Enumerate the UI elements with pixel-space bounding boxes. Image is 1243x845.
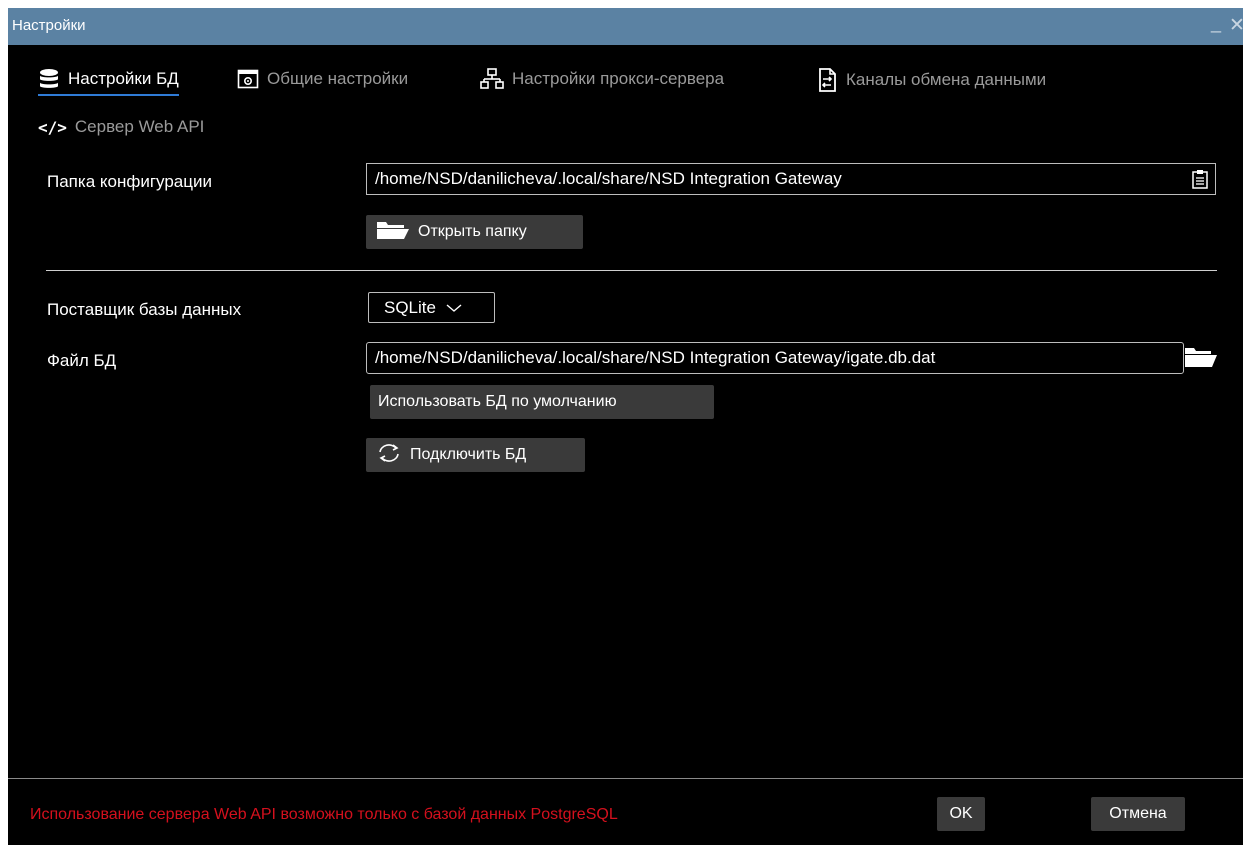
db-provider-select[interactable]: SQLite	[368, 292, 495, 323]
open-folder-button[interactable]: Открыть папку	[366, 215, 583, 249]
active-tab-indicator	[38, 94, 179, 96]
open-folder-label: Открыть папку	[418, 223, 527, 240]
tab-web-api-label: Сервер Web API	[74, 117, 205, 136]
db-file-input[interactable]: /home/NSD/danilicheva/.local/share/NSD I…	[366, 342, 1184, 374]
settings-window: Настройки _ ✕ Настройки БД Общие настрой…	[8, 8, 1243, 845]
chevron-down-icon	[446, 298, 462, 318]
tab-data-channels-label: Каналы обмена данными	[846, 70, 1047, 89]
tab-proxy-settings-label: Настройки прокси-сервера	[512, 69, 725, 88]
close-button[interactable]: ✕	[1229, 14, 1243, 37]
clipboard-icon[interactable]	[1192, 169, 1208, 194]
use-default-db-button[interactable]: Использовать БД по умолчанию	[370, 385, 714, 419]
connect-db-label: Подключить БД	[410, 446, 527, 463]
exchange-document-icon	[816, 68, 838, 92]
tab-proxy-settings[interactable]: Настройки прокси-сервера	[480, 68, 724, 90]
tab-general-settings-label: Общие настройки	[267, 69, 409, 88]
connect-db-button[interactable]: Подключить БД	[366, 438, 585, 472]
tab-general-settings[interactable]: Общие настройки	[237, 68, 408, 90]
window-title: Настройки	[12, 17, 86, 34]
footer-divider	[8, 778, 1243, 779]
tab-web-api[interactable]: </> Сервер Web API	[38, 117, 204, 137]
settings-tabs: Настройки БД Общие настройки Настройки п…	[8, 45, 1243, 155]
browse-folder-icon[interactable]	[1184, 346, 1218, 373]
tab-db-settings[interactable]: Настройки БД	[38, 68, 179, 96]
title-bar: Настройки _ ✕	[8, 8, 1243, 45]
minimize-button[interactable]: _	[1211, 13, 1221, 34]
network-icon	[480, 68, 504, 90]
db-provider-selected: SQLite	[384, 297, 436, 317]
refresh-icon	[376, 442, 402, 469]
tab-db-settings-label: Настройки БД	[68, 69, 179, 88]
database-icon	[38, 68, 60, 90]
settings-window-icon	[237, 68, 259, 90]
cancel-button[interactable]: Отмена	[1091, 797, 1185, 831]
ok-button[interactable]: OK	[937, 797, 985, 831]
code-icon: </>	[38, 117, 67, 137]
section-divider	[46, 270, 1217, 271]
tab-data-channels[interactable]: Каналы обмена данными	[816, 68, 1046, 92]
folder-open-icon	[376, 220, 410, 245]
config-folder-input[interactable]: /home/NSD/danilicheva/.local/share/NSD I…	[366, 163, 1216, 195]
db-provider-label: Поставщик базы данных	[47, 300, 242, 319]
config-folder-label: Папка конфигурации	[47, 172, 212, 191]
web-api-warning: Использование сервера Web API возможно т…	[30, 806, 618, 823]
db-file-label: Файл БД	[47, 351, 117, 370]
